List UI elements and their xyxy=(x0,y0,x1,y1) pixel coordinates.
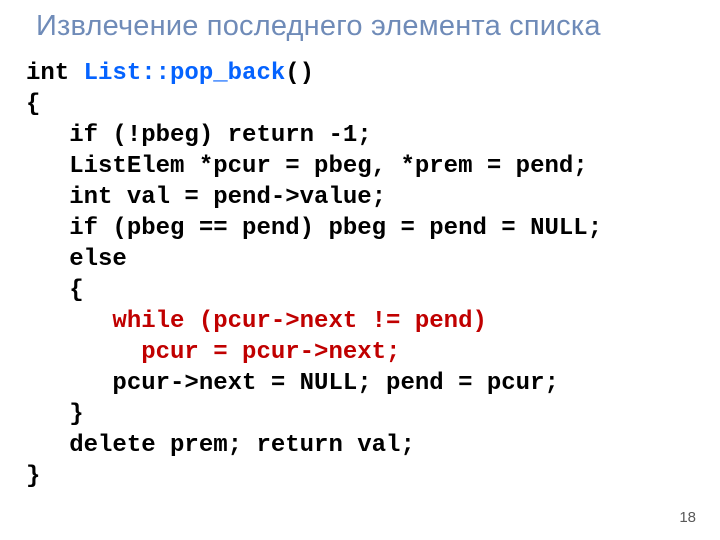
code-line-5: int val = pend->value; xyxy=(26,184,386,211)
code-line-7: else xyxy=(26,246,127,273)
code-line-4: ListElem *pcur = pbeg, *prem = pend; xyxy=(26,153,588,180)
code-line-2: { xyxy=(26,91,40,118)
code-line-8: { xyxy=(26,277,84,304)
code-line-6: if (pbeg == pend) pbeg = pend = NULL; xyxy=(26,215,602,242)
code-line-9: while (pcur->next != pend) xyxy=(26,308,487,335)
code-line-1b: List::pop_back xyxy=(84,60,286,87)
code-line-10: pcur = pcur->next; xyxy=(26,339,400,366)
slide-title: Извлечение последнего элемента списка xyxy=(36,10,700,43)
slide: Извлечение последнего элемента списка in… xyxy=(0,0,720,540)
code-line-1c: () xyxy=(285,60,314,87)
code-line-13: delete prem; return val; xyxy=(26,432,415,459)
code-line-14: } xyxy=(26,463,40,490)
code-line-11: pcur->next = NULL; pend = pcur; xyxy=(26,370,559,397)
page-number: 18 xyxy=(679,509,696,526)
code-line-1a: int xyxy=(26,60,84,87)
code-line-12: } xyxy=(26,401,84,428)
code-line-3: if (!pbeg) return -1; xyxy=(26,122,372,149)
code-block: int List::pop_back() { if (!pbeg) return… xyxy=(26,58,602,492)
